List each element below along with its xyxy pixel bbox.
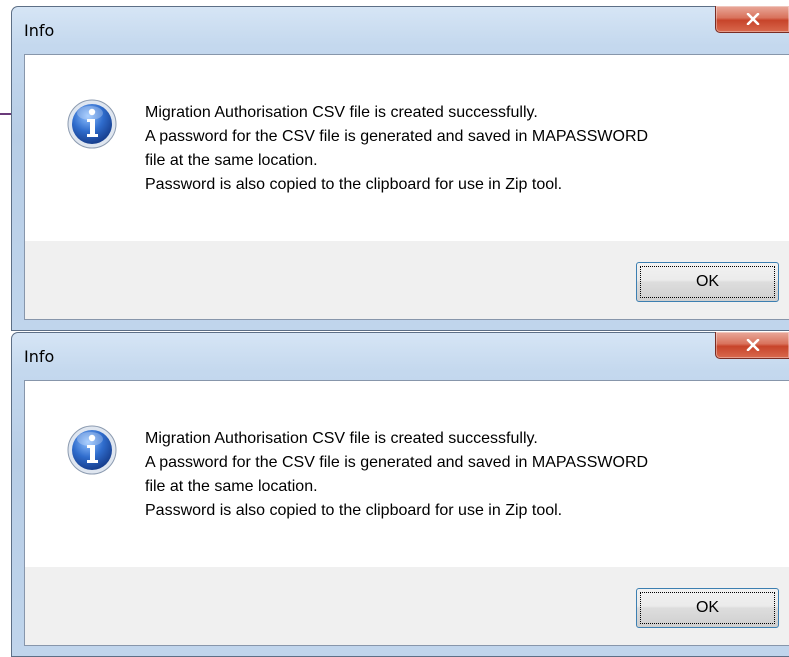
close-icon — [746, 13, 759, 25]
button-bar: OK — [25, 241, 789, 319]
information-icon — [67, 425, 117, 475]
button-bar: OK — [25, 567, 789, 645]
message-area: Migration Authorisation CSV file is crea… — [25, 381, 789, 567]
message-line: Password is also copied to the clipboard… — [145, 502, 563, 519]
info-dialog: Info Migration Authorisation CSV file is… — [11, 6, 789, 331]
message-line: A password for the CSV file is generated… — [145, 454, 649, 471]
title-bar[interactable]: Info — [12, 6, 789, 51]
close-button[interactable] — [715, 6, 789, 33]
message-text: Migration Authorisation CSV file is crea… — [145, 427, 648, 523]
info-dialog: Info Migration Authorisation CSV file is… — [11, 332, 789, 657]
message-area: Migration Authorisation CSV file is crea… — [25, 55, 789, 241]
message-text: Migration Authorisation CSV file is crea… — [145, 101, 648, 197]
information-icon — [67, 99, 117, 149]
message-line: Migration Authorisation CSV file is crea… — [145, 104, 538, 121]
message-line: Migration Authorisation CSV file is crea… — [145, 430, 538, 447]
dialog-title: Info — [24, 21, 55, 40]
dialog-body: Migration Authorisation CSV file is crea… — [24, 54, 789, 320]
ok-button[interactable]: OK — [636, 262, 779, 302]
close-icon — [746, 339, 759, 351]
dialog-title: Info — [24, 347, 55, 366]
dialog-body: Migration Authorisation CSV file is crea… — [24, 380, 789, 646]
message-line: A password for the CSV file is generated… — [145, 128, 649, 145]
ok-button[interactable]: OK — [636, 588, 779, 628]
title-bar[interactable]: Info — [12, 332, 789, 377]
message-line: file at the same location. — [145, 152, 318, 169]
close-button[interactable] — [715, 332, 789, 359]
message-line: Password is also copied to the clipboard… — [145, 176, 563, 193]
message-line: file at the same location. — [145, 478, 318, 495]
